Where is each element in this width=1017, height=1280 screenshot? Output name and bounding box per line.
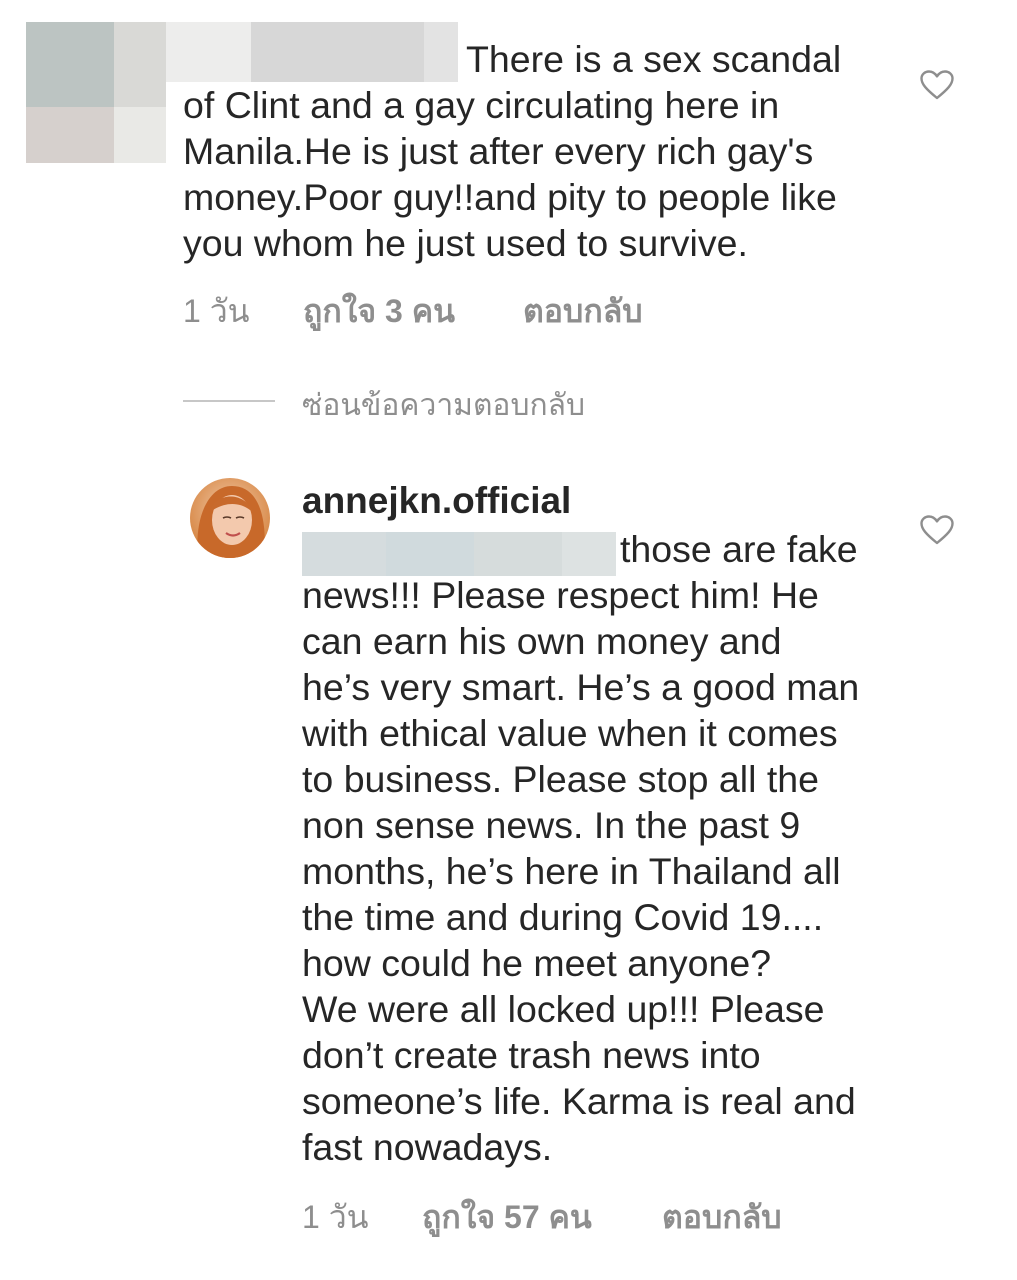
replies-divider xyxy=(183,400,275,402)
comment-text-first-line: There is a sex scandal xyxy=(466,38,842,80)
like-count-link[interactable]: ถูกใจ 57 คน xyxy=(422,1192,592,1243)
profile-avatar[interactable] xyxy=(190,478,270,558)
like-heart-icon[interactable] xyxy=(920,515,954,545)
comment-time: 1 วัน xyxy=(302,1199,369,1235)
like-heart-icon[interactable] xyxy=(920,70,954,100)
comment-text-first-line: those are fake xyxy=(620,528,858,570)
comment-meta-row: 1 วัน ถูกใจ 3 คน ตอบกลับ xyxy=(183,286,703,329)
comment-time: 1 วัน xyxy=(183,293,250,329)
hide-replies-button[interactable]: ซ่อนข้อความตอบกลับ xyxy=(302,382,585,429)
comment-username[interactable]: annejkn.official xyxy=(302,480,571,522)
reply-button[interactable]: ตอบกลับ xyxy=(662,1192,782,1243)
comment-text: news!!! Please respect him! He can earn … xyxy=(302,574,860,1168)
like-count-link[interactable]: ถูกใจ 3 คน xyxy=(303,286,455,337)
blurred-mention xyxy=(302,532,616,576)
comment-meta-row: 1 วัน ถูกใจ 57 คน ตอบกลับ xyxy=(302,1192,842,1235)
comment-text: of Clint and a gay circulating here in M… xyxy=(183,84,837,264)
reply-button[interactable]: ตอบกลับ xyxy=(523,286,643,337)
